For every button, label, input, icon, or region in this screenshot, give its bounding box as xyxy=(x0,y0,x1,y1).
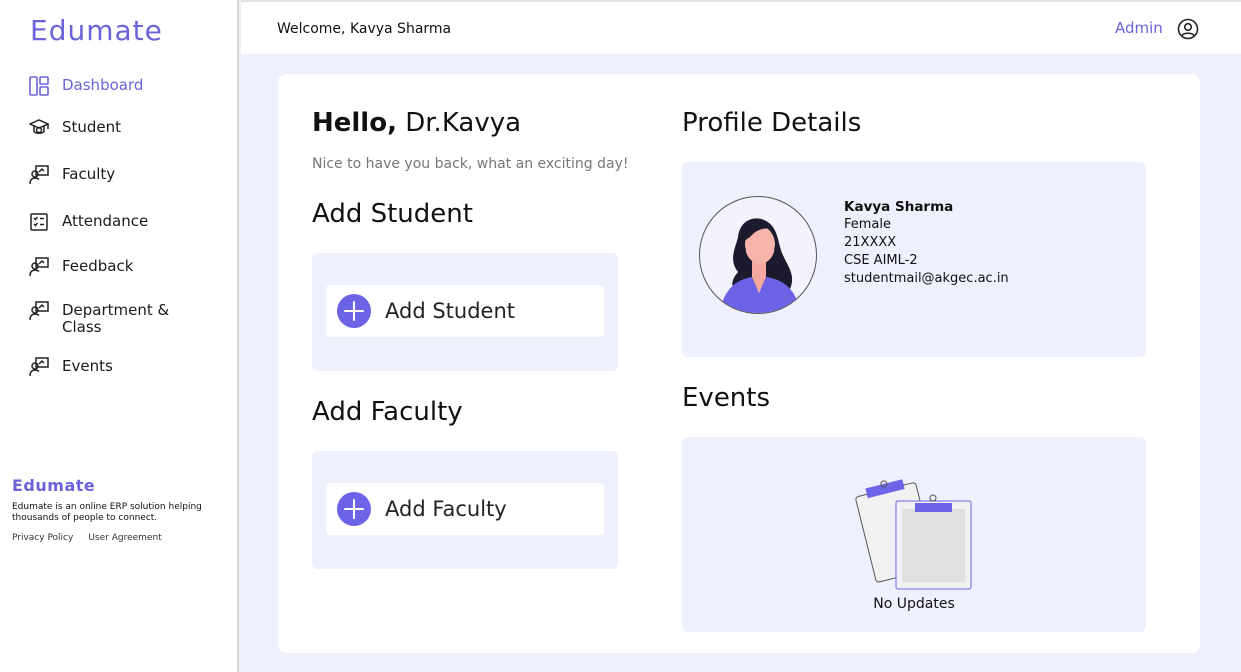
profile-panel: Kavya Sharma Female 21XXXX CSE AIML-2 st… xyxy=(682,162,1146,357)
sidebar-item-label: Events xyxy=(62,357,113,375)
events-empty-text: No Updates xyxy=(873,596,955,612)
top-bar: Welcome, Kavya Sharma Admin xyxy=(241,0,1241,54)
welcome-text: Welcome, Kavya Sharma xyxy=(277,21,452,37)
add-student-label: Add Student xyxy=(385,299,515,323)
add-faculty-panel: Add Faculty xyxy=(312,451,618,569)
sidebar-item-feedback[interactable]: Feedback xyxy=(28,256,133,278)
sidebar-item-dashboard[interactable]: Dashboard xyxy=(28,75,143,97)
checklist-icon xyxy=(28,211,50,233)
add-student-button[interactable]: Add Student xyxy=(326,285,604,337)
sidebar-item-label: Faculty xyxy=(62,165,116,183)
sidebar-item-label: Feedback xyxy=(62,257,134,275)
add-faculty-title: Add Faculty xyxy=(312,397,463,427)
footer-brand: Edumate xyxy=(12,476,96,495)
user-agreement-link[interactable]: User Agreement xyxy=(88,533,161,543)
teacher-board-icon xyxy=(28,256,50,278)
greeting-bold: Hello, xyxy=(312,108,397,138)
add-student-panel: Add Student xyxy=(312,253,618,371)
graduation-cap-icon xyxy=(28,117,50,139)
user-circle-icon[interactable] xyxy=(1177,18,1199,40)
sidebar-item-label: Attendance xyxy=(62,212,149,230)
sidebar: Edumate Dashboard Student Faculty Attend… xyxy=(0,0,239,672)
admin-role-link[interactable]: Admin xyxy=(1115,19,1163,37)
profile-id: 21XXXX xyxy=(844,235,897,250)
add-student-title: Add Student xyxy=(312,199,473,229)
sidebar-item-attendance[interactable]: Attendance xyxy=(28,211,148,233)
avatar xyxy=(699,196,817,314)
privacy-policy-link[interactable]: Privacy Policy xyxy=(12,533,73,543)
profile-branch: CSE AIML-2 xyxy=(844,253,918,268)
add-faculty-label: Add Faculty xyxy=(385,497,507,521)
greeting-name: Dr.Kavya xyxy=(405,108,522,138)
plus-icon xyxy=(337,294,371,328)
sidebar-item-department-class[interactable]: Department & Class xyxy=(28,300,182,336)
plus-icon xyxy=(337,492,371,526)
clipboard-icon xyxy=(854,477,979,592)
profile-gender: Female xyxy=(844,217,892,232)
teacher-board-icon xyxy=(28,164,50,186)
sidebar-item-label: Student xyxy=(62,118,122,136)
sidebar-item-label: Department & Class xyxy=(62,301,170,336)
teacher-board-icon xyxy=(28,356,50,378)
dashboard-icon xyxy=(28,75,50,97)
sidebar-item-events[interactable]: Events xyxy=(28,356,113,378)
footer-links: Privacy Policy User Agreement xyxy=(12,533,162,543)
profile-details-title: Profile Details xyxy=(682,108,862,138)
events-panel: No Updates xyxy=(682,437,1146,632)
footer-description: Edumate is an online ERP solution helpin… xyxy=(12,502,202,523)
add-faculty-button[interactable]: Add Faculty xyxy=(326,483,604,535)
sidebar-item-label: Dashboard xyxy=(62,76,144,94)
sidebar-item-faculty[interactable]: Faculty xyxy=(28,164,115,186)
brand-logo[interactable]: Edumate xyxy=(30,14,163,47)
teacher-board-icon xyxy=(28,300,50,322)
profile-email: studentmail@akgec.ac.in xyxy=(844,271,1009,286)
profile-name: Kavya Sharma xyxy=(844,199,954,215)
events-title: Events xyxy=(682,383,771,413)
greeting: Hello, Dr.Kavya xyxy=(312,108,521,138)
profile-info: Kavya Sharma Female 21XXXX CSE AIML-2 st… xyxy=(844,198,1009,288)
greeting-subtitle: Nice to have you back, what an exciting … xyxy=(312,156,629,172)
sidebar-item-student[interactable]: Student xyxy=(28,117,121,139)
